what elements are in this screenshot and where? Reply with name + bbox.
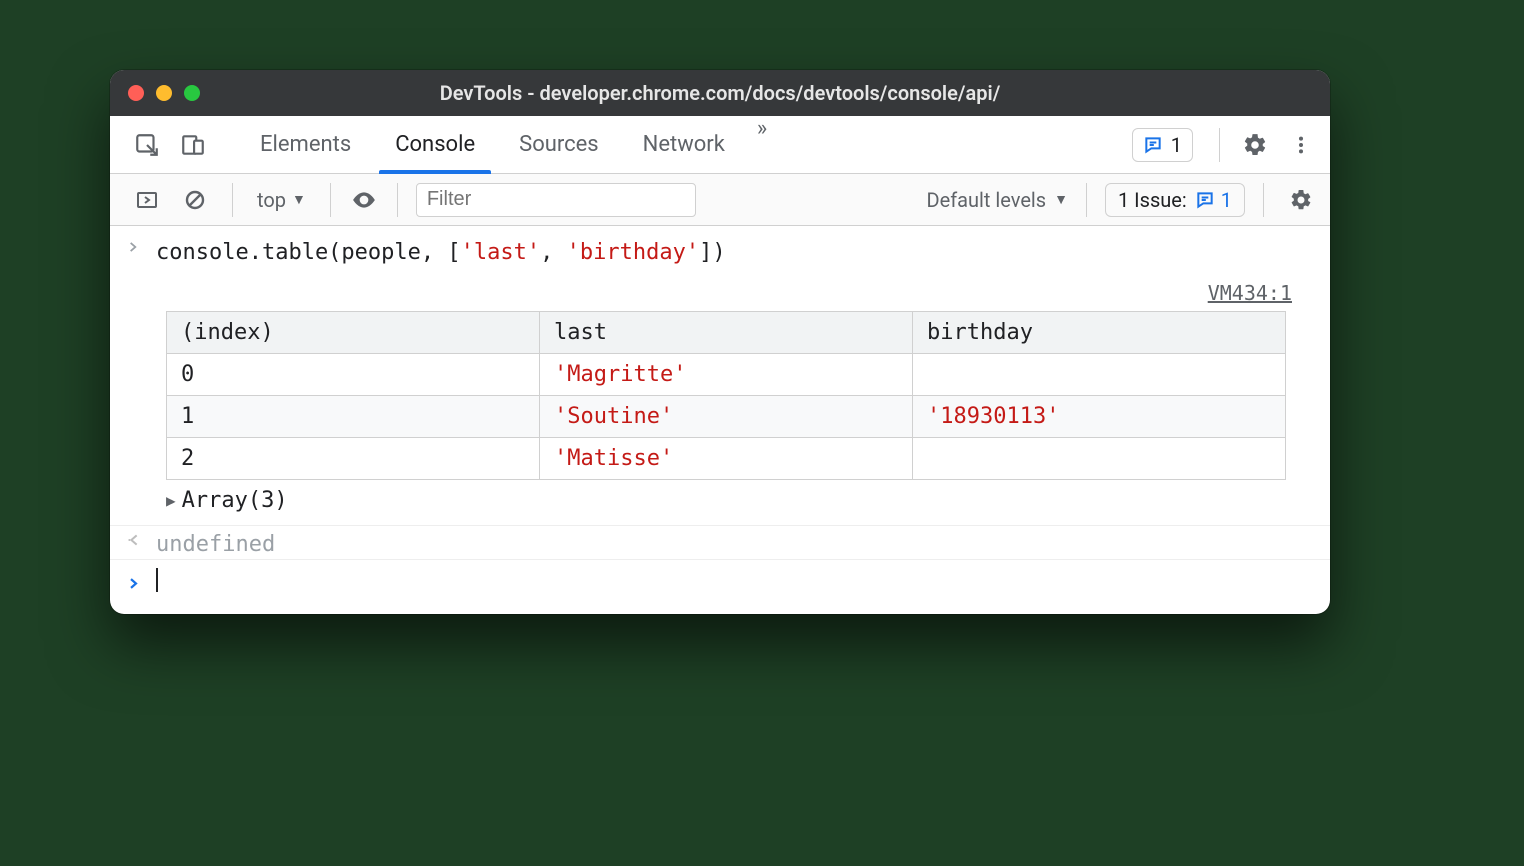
text-caret: [156, 568, 158, 592]
return-value: undefined: [156, 532, 275, 557]
window-minimize-button[interactable]: [156, 85, 172, 101]
return-chevron-icon: [126, 532, 142, 548]
cell-last: 'Soutine': [540, 396, 913, 438]
console-table: (index) last birthday 0'Magritte'1'Souti…: [166, 311, 1286, 480]
levels-label: Default levels: [926, 188, 1046, 212]
issues-count: 1: [1221, 188, 1232, 212]
devtools-window: DevTools - developer.chrome.com/docs/dev…: [110, 70, 1330, 614]
cell-index: 2: [167, 438, 540, 480]
chat-icon: [1143, 135, 1163, 155]
table-header-index[interactable]: (index): [167, 312, 540, 354]
tab-sources[interactable]: Sources: [497, 116, 621, 174]
array-expander[interactable]: ▶ Array(3): [166, 488, 1314, 513]
cell-last: 'Magritte': [540, 354, 913, 396]
console-output: console.table(people, ['last', 'birthday…: [110, 226, 1330, 614]
console-prompt-row[interactable]: [110, 560, 1330, 614]
clear-console-icon[interactable]: [176, 181, 214, 219]
source-link[interactable]: VM434:1: [166, 281, 1314, 305]
log-levels-select[interactable]: Default levels ▼: [926, 188, 1068, 212]
issues-count: 1: [1171, 133, 1182, 157]
window-close-button[interactable]: [128, 85, 144, 101]
console-settings-gear-icon[interactable]: [1282, 181, 1320, 219]
window-title: DevTools - developer.chrome.com/docs/dev…: [110, 81, 1330, 105]
return-value-row: undefined: [110, 525, 1330, 560]
tab-console[interactable]: Console: [373, 116, 497, 174]
console-input-code[interactable]: console.table(people, ['last', 'birthday…: [156, 240, 726, 265]
live-expression-eye-icon[interactable]: [349, 185, 379, 215]
separator: [1086, 183, 1087, 217]
table-header-last[interactable]: last: [540, 312, 913, 354]
filter-input[interactable]: [416, 183, 696, 217]
chevron-down-icon: ▼: [292, 191, 306, 208]
cell-birthday: [913, 354, 1286, 396]
console-input-echo-row: console.table(people, ['last', 'birthday…: [110, 226, 1330, 267]
tab-network[interactable]: Network: [621, 116, 747, 174]
cell-index: 1: [167, 396, 540, 438]
devtools-tabbar: Elements Console Sources Network » 1: [110, 116, 1330, 174]
toggle-sidebar-icon[interactable]: [128, 181, 166, 219]
tabs-overflow-icon[interactable]: »: [747, 116, 777, 174]
tab-elements[interactable]: Elements: [238, 116, 373, 174]
device-toolbar-icon[interactable]: [174, 126, 212, 164]
table-header-birthday[interactable]: birthday: [913, 312, 1286, 354]
separator: [232, 183, 233, 217]
issues-box[interactable]: 1 Issue: 1: [1105, 183, 1245, 217]
issues-pill[interactable]: 1: [1132, 128, 1193, 162]
issues-prefix: 1 Issue:: [1118, 188, 1187, 212]
console-toolbar: top ▼ Default levels ▼ 1 Issue:: [110, 174, 1330, 226]
console-input[interactable]: [156, 568, 158, 598]
input-chevron-icon: [126, 240, 142, 254]
settings-gear-icon[interactable]: [1236, 126, 1274, 164]
window-zoom-button[interactable]: [184, 85, 200, 101]
panel-tabs: Elements Console Sources Network »: [238, 116, 777, 174]
context-label: top: [257, 188, 286, 212]
table-row[interactable]: 0'Magritte': [167, 354, 1286, 396]
prompt-chevron-icon: [126, 576, 142, 591]
separator: [1219, 128, 1220, 162]
titlebar: DevTools - developer.chrome.com/docs/dev…: [110, 70, 1330, 116]
chat-icon: [1195, 190, 1215, 210]
tab-label: Sources: [519, 132, 599, 157]
array-expander-label: Array(3): [182, 488, 288, 513]
execution-context-select[interactable]: top ▼: [251, 188, 312, 212]
cell-birthday: [913, 438, 1286, 480]
tab-label: Console: [395, 132, 475, 157]
chevron-down-icon: ▼: [1054, 191, 1068, 208]
tab-label: Network: [643, 132, 725, 157]
traffic-lights: [128, 85, 200, 101]
separator: [397, 183, 398, 217]
separator: [330, 183, 331, 217]
inspect-element-icon[interactable]: [128, 126, 166, 164]
disclosure-triangle-icon: ▶: [166, 491, 176, 510]
separator: [1263, 183, 1264, 217]
cell-birthday: '18930113': [913, 396, 1286, 438]
console-table-output: VM434:1 (index) last birthday 0'Magritte…: [110, 281, 1330, 525]
cell-last: 'Matisse': [540, 438, 913, 480]
table-row[interactable]: 1'Soutine''18930113': [167, 396, 1286, 438]
table-header-row: (index) last birthday: [167, 312, 1286, 354]
cell-index: 0: [167, 354, 540, 396]
table-row[interactable]: 2'Matisse': [167, 438, 1286, 480]
kebab-menu-icon[interactable]: [1282, 126, 1320, 164]
tab-label: Elements: [260, 132, 351, 157]
